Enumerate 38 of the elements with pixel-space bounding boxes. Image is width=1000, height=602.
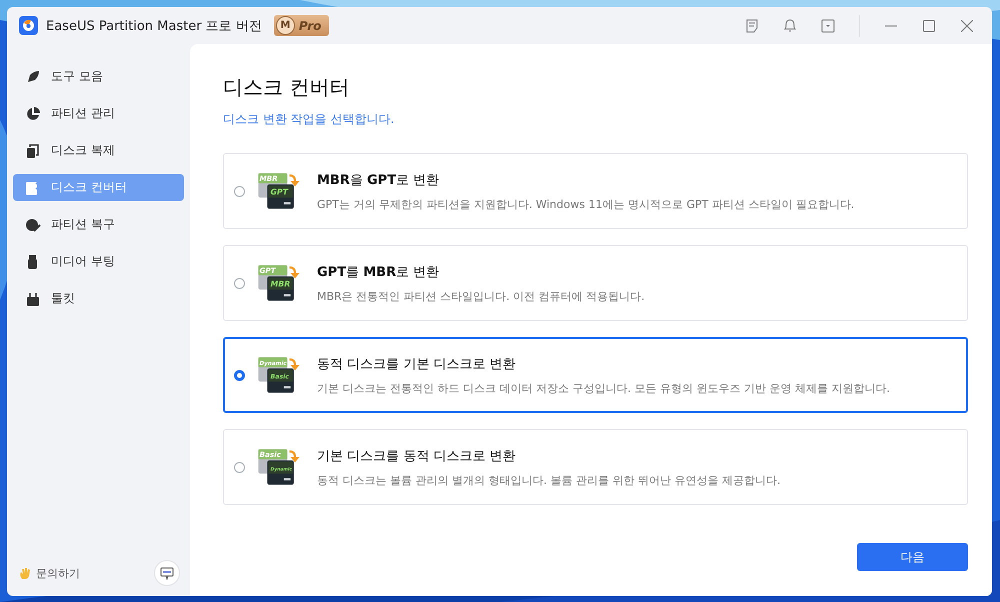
close-icon (961, 20, 973, 32)
pie-chart-icon (25, 106, 41, 122)
next-button[interactable]: 다음 (857, 543, 968, 571)
sidebar-item[interactable]: 디스크 복제 (13, 137, 184, 164)
sidebar-item[interactable]: 툴킷 (13, 285, 184, 312)
radio-button[interactable] (234, 462, 245, 472)
minimize-icon (885, 24, 897, 26)
dropdown-icon (821, 18, 835, 32)
maximize-icon (923, 20, 935, 32)
option-title: 동적 디스크를 기본 디스크로 변환 (317, 356, 517, 372)
waving-hand-icon (19, 566, 32, 580)
app-logo-icon (19, 16, 38, 35)
page-subtitle: 디스크 변환 작업을 선택합니다. (223, 111, 396, 128)
option-title: MBR을 GPT로 변환 (317, 172, 440, 188)
toolkit-icon (25, 290, 41, 306)
option-title: GPT를 MBR로 변환 (317, 264, 440, 280)
radio-button[interactable] (234, 186, 245, 196)
chat-button[interactable] (154, 560, 180, 586)
note-icon (745, 18, 759, 32)
badge-label: Pro (298, 18, 322, 32)
sidebar-item[interactable]: 파티션 관리 (13, 100, 184, 127)
sidebar-item[interactable]: 도구 모음 (13, 63, 184, 90)
help-link[interactable]: 문의하기 (19, 566, 80, 580)
option-description: MBR은 전통적인 파티션 스타일입니다. 이전 컴퓨터에 적용됩니다. (317, 288, 645, 304)
option-title: 기본 디스크를 동적 디스크로 변환 (317, 448, 517, 464)
chat-icon (160, 566, 174, 580)
radio-button[interactable] (234, 370, 245, 380)
badge-letter: M (276, 16, 295, 35)
sidebar-item[interactable]: 파티션 복구 (13, 211, 184, 238)
page-title: 디스크 컨버터 (223, 74, 350, 101)
sidebar-item[interactable]: 미디어 부팅 (13, 248, 184, 275)
copy-icon (25, 142, 41, 158)
bell-icon (783, 18, 797, 33)
option-description: 기본 디스크는 전통적인 하드 디스크 데이터 저장소 구성입니다. 모든 유형의 윈도우즈 기반 운영 체제를 지원합니다. (317, 380, 890, 396)
radio-button[interactable] (234, 278, 245, 288)
option-description: GPT는 거의 무제한의 파티션을 지원합니다. Windows 11에는 명시적으로 GPT 파티션 스타일이 필요합니다. (317, 196, 854, 212)
option-description: 동적 디스크는 볼륨 관리의 별개의 형태입니다. 볼륨 관리를 위한 뛰어난 유연성을 제공합니다. (317, 472, 780, 488)
window-title: EaseUS Partition Master 프로 버전 (46, 18, 262, 34)
